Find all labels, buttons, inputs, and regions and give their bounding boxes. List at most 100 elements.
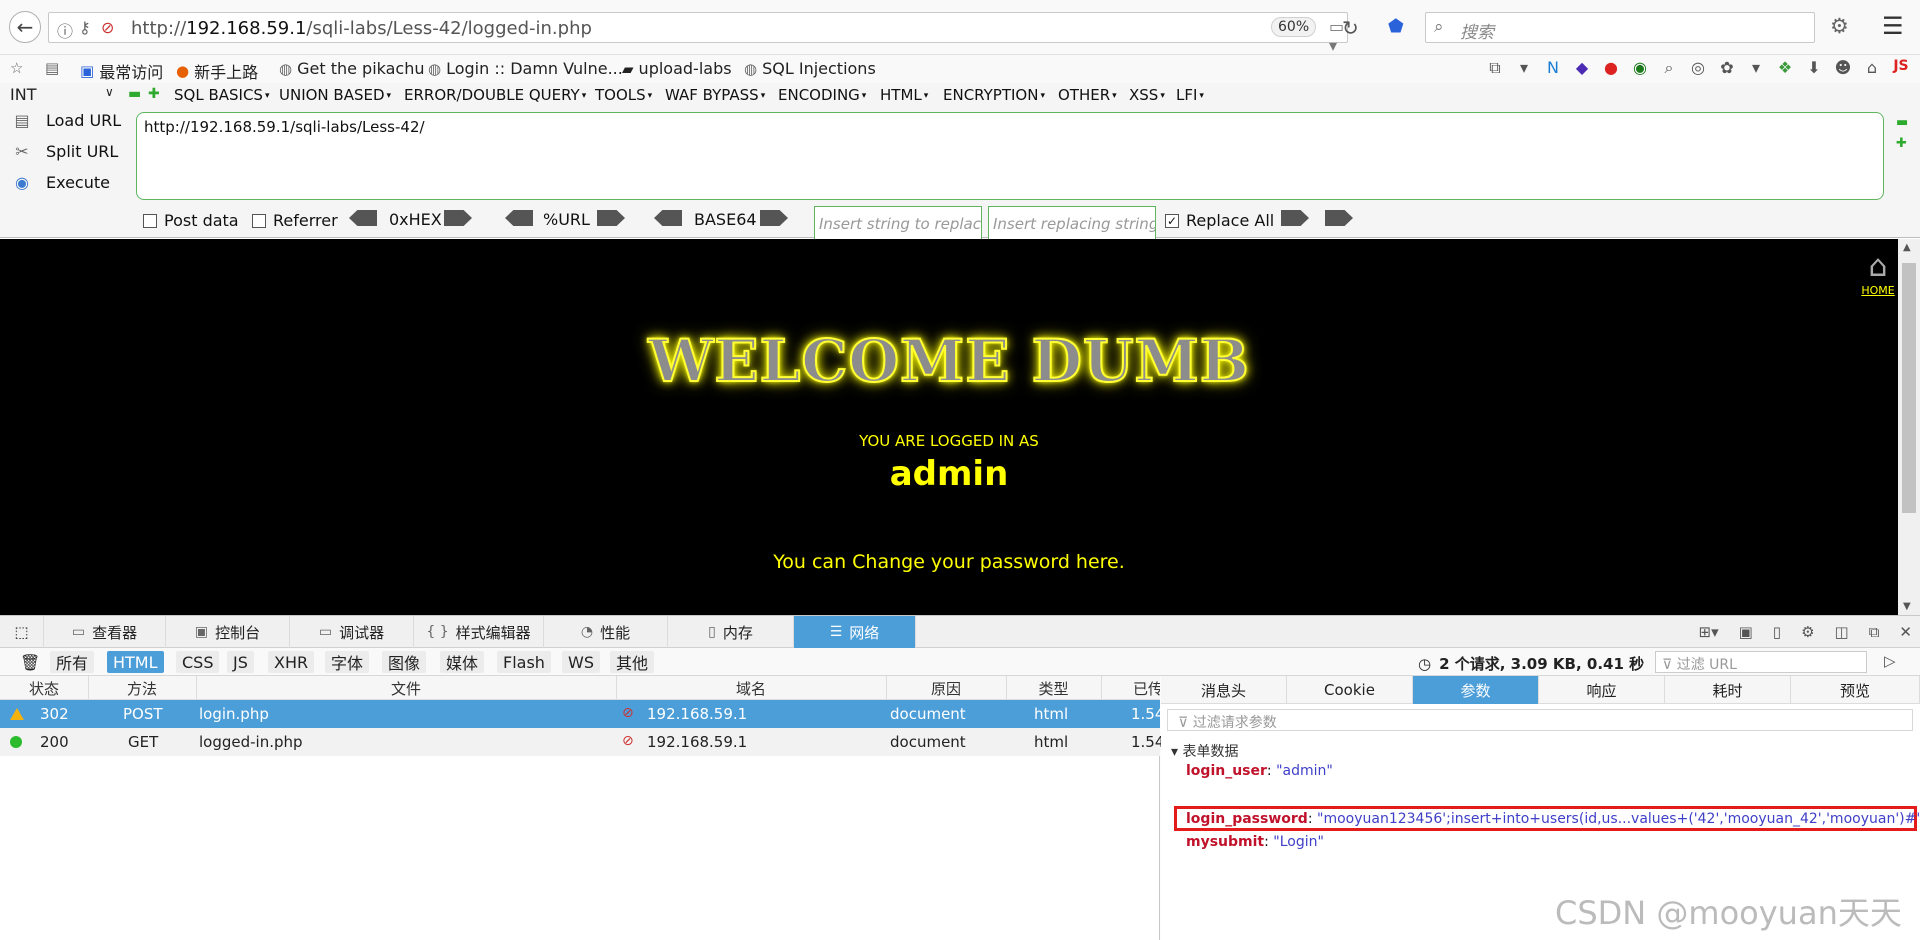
info-icon[interactable]: ⓘ [57,18,73,42]
trash-icon[interactable]: 🗑 [14,651,46,673]
textarea-shrink-icon[interactable]: ▬ [1896,115,1908,130]
tab-memory[interactable]: ▯ 内存 [668,616,794,648]
filter-xhr[interactable]: XHR [268,651,315,673]
menu-lfi[interactable]: LFI [1176,86,1204,104]
tab-inspector[interactable]: ▭ 查看器 [44,616,166,648]
menu-tools[interactable]: TOOLS [595,86,652,104]
tab-params[interactable]: 参数 [1413,676,1539,704]
base64-encode-arrow-icon[interactable] [760,210,788,226]
responsive-mode-icon[interactable]: ▯ [1773,623,1781,641]
extension-leaf-icon[interactable]: ❖ [1776,58,1794,78]
tab-console[interactable]: ▣ 控制台 [166,616,290,648]
url-encode-arrow-icon[interactable] [597,210,625,226]
insecure-icon[interactable]: ⊘ [101,18,114,37]
replace-apply-arrow-icon[interactable] [1325,210,1353,226]
replace-all-checkbox[interactable]: ✓ Replace All [1165,211,1274,230]
replacing-string-input[interactable]: Insert replacing string [988,206,1156,240]
element-picker-icon[interactable]: ⬚ [0,616,44,648]
filter-ws[interactable]: WS [562,651,600,673]
load-url-button[interactable]: ▤ Load URL [12,111,121,130]
dropdown-icon[interactable]: ▾ [1747,58,1765,78]
zoom-extension-icon[interactable]: ⌕ [1660,58,1678,78]
hex-encode-arrow-icon[interactable] [444,210,472,226]
menu-union-based[interactable]: UNION BASED [279,86,391,104]
reload-icon[interactable]: ↻ [1342,16,1359,40]
filter-images[interactable]: 图像 [382,651,427,673]
javascript-toggle-icon[interactable]: JS [1892,58,1910,78]
menu-error-double-query[interactable]: ERROR/DOUBLE QUERY [404,86,586,104]
undock-icon[interactable]: ⧉ [1869,623,1880,641]
type-select[interactable]: INT ∨ [10,85,120,104]
col-cause[interactable]: 原因 [886,678,1006,699]
menu-waf-bypass[interactable]: WAF BYPASS [665,86,765,104]
param-mysubmit[interactable]: mysubmit: "Login" [1186,834,1324,850]
split-url-button[interactable]: ✂ Split URL [12,142,118,161]
tab-response[interactable]: 响应 [1539,676,1665,704]
menu-html[interactable]: HTML [880,86,928,104]
col-transferred[interactable]: 已传 [1101,678,1160,699]
sidebar-icon[interactable]: ⧉ [1486,58,1504,78]
hackbar-url-textarea[interactable]: http://192.168.59.1/sqli-labs/Less-42/ [136,112,1884,200]
layout-icon[interactable]: ⊞▾ [1699,623,1719,641]
split-console-icon[interactable]: ▣ [1739,623,1753,641]
search-box[interactable]: ⌕ 搜索 [1425,12,1815,43]
url-filter-input[interactable]: ⊽ 过滤 URL [1655,651,1867,673]
dropdown-icon[interactable]: ▾ [1515,58,1533,78]
table-row[interactable]: 302 POST login.php ⊘ 192.168.59.1 docume… [0,700,1164,728]
replace-arrow-icon[interactable] [1281,210,1309,226]
close-icon[interactable]: ✕ [1899,623,1912,641]
bookmark-getting-started[interactable]: ● 新手上路 [176,59,258,83]
change-password-link[interactable]: You can Change your password here. [0,551,1898,573]
menu-other[interactable]: OTHER [1058,86,1117,104]
shield-icon[interactable]: ⬟ [1388,16,1404,37]
palette-icon[interactable]: ✿ [1718,58,1736,78]
filter-flash[interactable]: Flash [497,651,551,673]
tab-headers[interactable]: 消息头 [1161,676,1287,704]
filter-all[interactable]: 所有 [50,651,95,673]
param-filter-input[interactable]: ⊽ 过滤请求参数 [1167,709,1913,731]
extension-diamond-icon[interactable]: ◆ [1573,58,1591,78]
settings-icon[interactable]: ⚙ [1801,623,1814,641]
bookmark-sql-injections[interactable]: ◍ SQL Injections [744,59,876,78]
page-scrollbar[interactable]: ▲ ▼ [1898,239,1920,615]
tab-performance[interactable]: ◔ 性能 [544,616,668,648]
filter-css[interactable]: CSS [176,651,220,673]
execute-button[interactable]: ◉ Execute [12,173,110,192]
post-data-checkbox[interactable]: Post data [143,211,239,230]
address-text[interactable]: http://192.168.59.1/sqli-labs/Less-42/lo… [131,18,592,39]
bookmark-upload-labs[interactable]: ▰ upload-labs [622,59,732,78]
scrollbar-thumb[interactable] [1902,263,1916,513]
scroll-down-icon[interactable]: ▼ [1903,601,1911,612]
menu-sql-basics[interactable]: SQL BASICS [174,86,269,104]
filter-fonts[interactable]: 字体 [325,651,370,673]
col-file[interactable]: 文件 [196,678,616,699]
bookmarks-list-icon[interactable]: ▤ [45,59,59,77]
extension-w-icon[interactable]: ◉ [1631,58,1649,78]
plus-icon[interactable]: ✚ [148,86,160,102]
extension-eye-icon[interactable]: ◎ [1689,58,1707,78]
referrer-checkbox[interactable]: Referrer [252,211,338,230]
bookmark-dvwa[interactable]: ◍ Login :: Damn Vulne... [428,59,623,78]
param-login-password[interactable]: login_password: "mooyuan123456';insert+i… [1186,811,1920,827]
tab-timings[interactable]: 耗时 [1665,676,1791,704]
download-icon[interactable]: ⬇ [1805,58,1823,78]
tab-cookies[interactable]: Cookie [1287,676,1413,704]
filter-media[interactable]: 媒体 [440,651,485,673]
dock-side-icon[interactable]: ◫ [1835,623,1849,641]
home-icon[interactable]: ⌂ [1863,58,1881,78]
form-data-section[interactable]: ▾ 表单数据 [1171,741,1238,761]
filter-js[interactable]: JS [227,651,254,673]
col-domain[interactable]: 域名 [616,678,886,699]
insert-string-input[interactable]: Insert string to replace [814,206,982,240]
toggle-sidebar-icon[interactable]: ▷ [1884,652,1896,670]
zoom-indicator[interactable]: 60% [1271,17,1317,37]
bookmark-pikachu[interactable]: ◍ Get the pikachu [279,59,425,78]
menu-encryption[interactable]: ENCRYPTION [943,86,1045,104]
address-bar[interactable]: ⓘ ⚷ ⊘ http://192.168.59.1/sqli-labs/Less… [48,12,1348,55]
table-row[interactable]: 200 GET logged-in.php ⊘ 192.168.59.1 doc… [0,728,1164,756]
textarea-grow-icon[interactable]: ✚ [1896,136,1907,151]
back-button[interactable]: ← [9,11,41,43]
tab-style-editor[interactable]: { } 样式编辑器 [414,616,544,648]
scroll-up-icon[interactable]: ▲ [1903,242,1911,253]
col-method[interactable]: 方法 [88,678,196,699]
